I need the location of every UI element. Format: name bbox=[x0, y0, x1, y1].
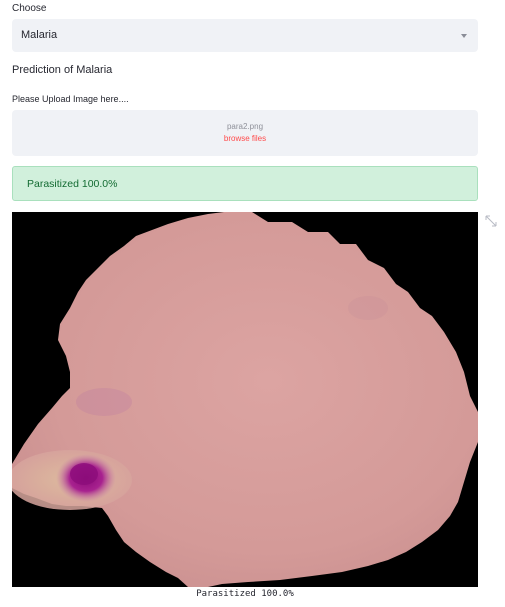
app-page: Choose Malaria Prediction of Malaria Ple… bbox=[0, 0, 505, 607]
prediction-alert-text: Parasitized 100.0% bbox=[27, 178, 118, 190]
prediction-alert: Parasitized 100.0% bbox=[12, 166, 478, 201]
browse-files-link[interactable]: browse files bbox=[12, 134, 478, 143]
select-value: Malaria bbox=[21, 29, 58, 41]
cell-image bbox=[12, 212, 478, 587]
uploaded-file-name: para2.png bbox=[226, 122, 264, 131]
fullscreen-icon[interactable] bbox=[485, 215, 497, 227]
select-label: Choose bbox=[12, 3, 47, 14]
file-dropzone[interactable]: para2.png browse files bbox=[12, 110, 478, 156]
chevron-down-icon bbox=[461, 34, 467, 38]
page-heading: Prediction of Malaria bbox=[12, 64, 113, 76]
image-caption: Parasitized 100.0% bbox=[196, 589, 294, 599]
upload-label: Please Upload Image here.... bbox=[12, 94, 129, 104]
disease-select[interactable]: Malaria bbox=[12, 19, 478, 52]
